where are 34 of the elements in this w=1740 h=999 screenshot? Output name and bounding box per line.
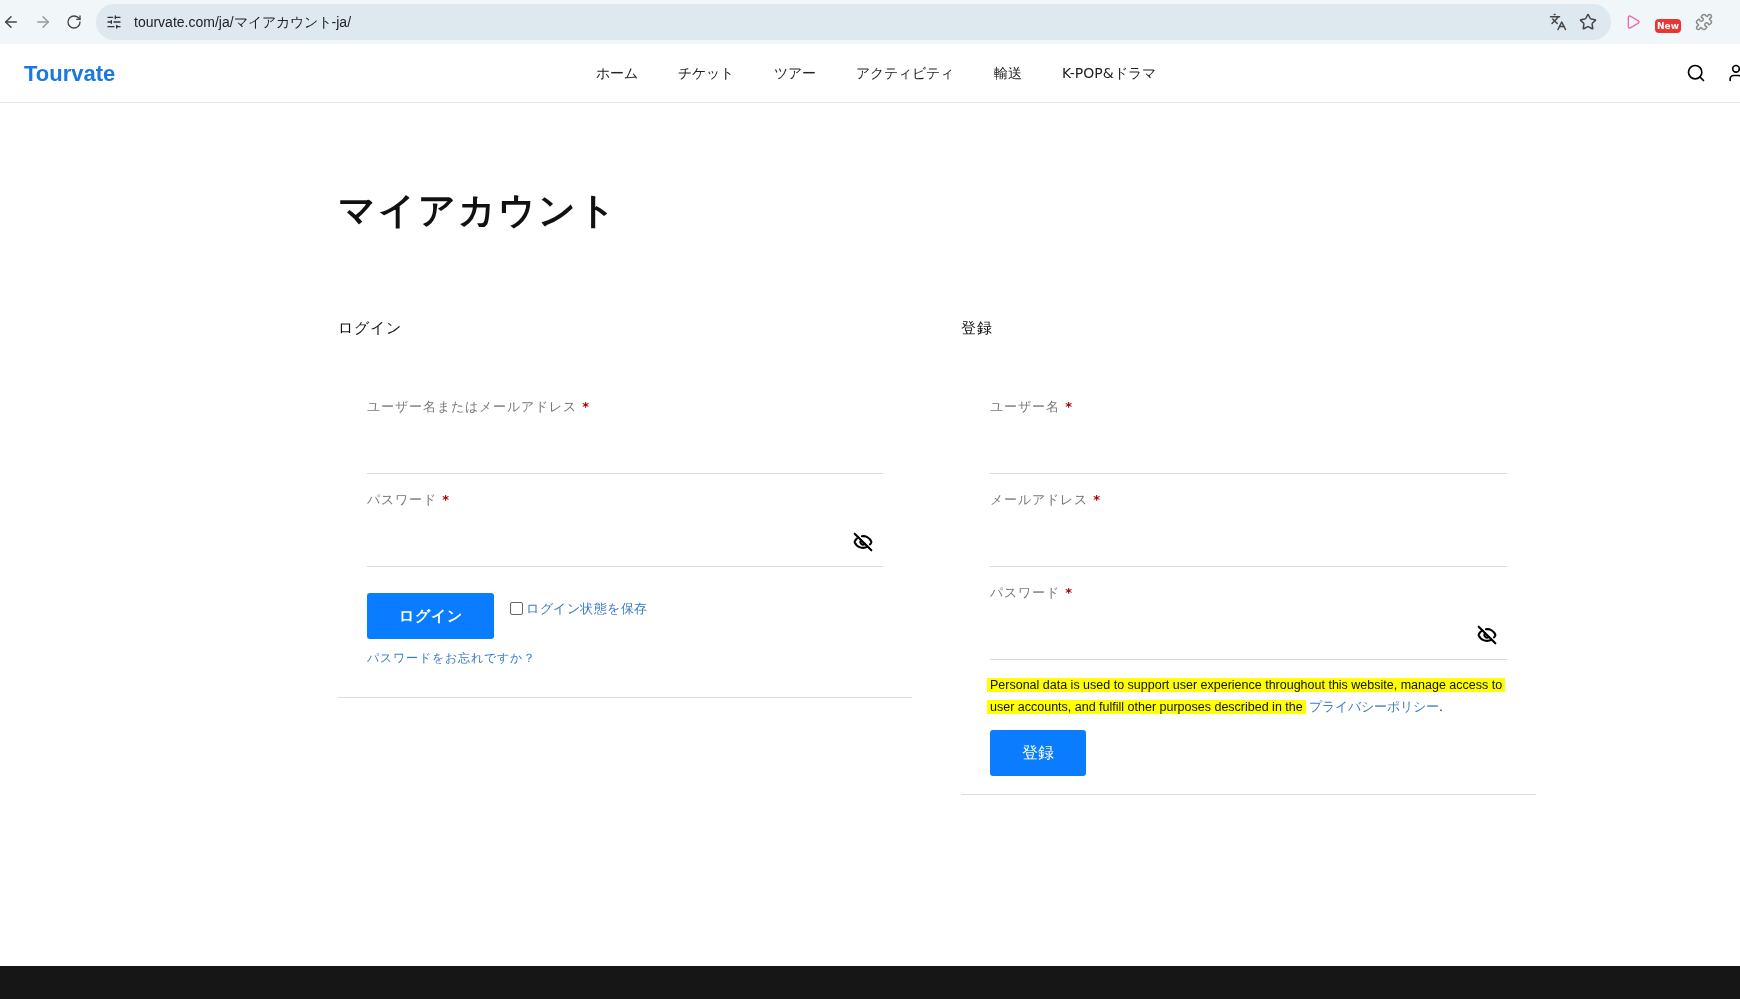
nav-link[interactable]: ホーム <box>596 62 638 84</box>
login-button[interactable]: ログイン <box>367 593 494 639</box>
privacy-policy-link[interactable]: プライバシーポリシー <box>1309 700 1440 714</box>
section-heading: 登録 <box>961 317 993 339</box>
site-settings-icon[interactable] <box>106 14 122 30</box>
checkbox[interactable] <box>510 602 523 616</box>
nav-link[interactable]: 輸送 <box>994 62 1022 84</box>
new-badge[interactable]: New <box>1655 19 1681 33</box>
nav-link[interactable]: チケット <box>678 62 734 84</box>
reload-icon[interactable] <box>66 14 82 30</box>
eye-off-icon[interactable] <box>1477 625 1497 645</box>
site-logo[interactable]: Tourvate <box>24 56 116 90</box>
nav-link[interactable]: K-POP&ドラマ <box>1062 62 1156 84</box>
user-account-icon[interactable] <box>1726 63 1740 83</box>
url-text: tourvate.com/ja/マイアカウント-ja/ <box>134 12 352 32</box>
field-label: パスワード * <box>990 584 1073 602</box>
nav-link[interactable]: ツアー <box>774 62 816 84</box>
forgot-password-link[interactable]: パスワードをお忘れですか？ <box>367 649 536 667</box>
field-label: ユーザー名 * <box>990 398 1073 416</box>
nav-link[interactable]: アクティビティ <box>856 62 954 84</box>
search-icon[interactable] <box>1686 63 1706 83</box>
page-title: マイアカウント <box>338 188 618 234</box>
eye-off-icon[interactable] <box>853 532 873 552</box>
translate-icon[interactable] <box>1549 13 1567 31</box>
field-label: メールアドレス * <box>990 491 1101 509</box>
register-button[interactable]: 登録 <box>990 730 1086 776</box>
address-bar[interactable]: tourvate.com/ja/マイアカウント-ja/ <box>96 4 1611 40</box>
bookmark-star-icon[interactable] <box>1579 13 1597 31</box>
back-icon[interactable] <box>2 13 20 31</box>
remember-me-label[interactable]: ログイン状態を保存 <box>526 599 648 619</box>
section-heading: ログイン <box>338 317 402 339</box>
forward-icon[interactable] <box>34 13 52 31</box>
field-label: ユーザー名またはメールアドレス * <box>367 398 590 416</box>
field-label: パスワード * <box>367 491 450 509</box>
